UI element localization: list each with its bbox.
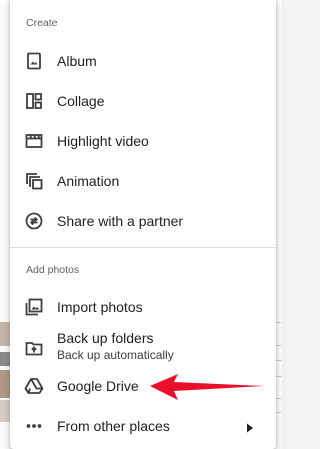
submenu-arrow-icon bbox=[246, 420, 254, 433]
menu-item-label: Album bbox=[57, 53, 97, 69]
section-divider bbox=[10, 247, 276, 248]
menu-item-label: Import photos bbox=[57, 299, 143, 315]
add-photos-section-header: Add photos bbox=[26, 264, 80, 276]
animation-icon bbox=[24, 171, 44, 191]
annotation-arrow-icon bbox=[150, 374, 264, 400]
menu-item-animation[interactable]: Animation bbox=[10, 164, 276, 198]
menu-item-album[interactable]: Album bbox=[10, 44, 276, 78]
more-horiz-icon bbox=[24, 416, 44, 436]
collage-icon bbox=[24, 91, 44, 111]
create-section-header: Create bbox=[26, 17, 58, 29]
album-icon bbox=[24, 51, 44, 71]
menu-item-label: Animation bbox=[57, 173, 120, 189]
backup-folder-icon bbox=[24, 338, 44, 358]
menu-item-sublabel: Back up automatically bbox=[57, 348, 174, 362]
share-partner-icon bbox=[24, 211, 44, 231]
create-add-menu: Create Album Collage Highlight video Ani… bbox=[10, 0, 276, 449]
menu-item-import-photos[interactable]: Import photos bbox=[10, 290, 276, 324]
menu-item-label: Highlight video bbox=[57, 133, 149, 149]
menu-item-from-other-places[interactable]: From other places bbox=[10, 409, 276, 443]
menu-item-label: Collage bbox=[57, 93, 105, 109]
google-drive-icon bbox=[24, 376, 44, 396]
menu-item-highlight-video[interactable]: Highlight video bbox=[10, 124, 276, 158]
import-photos-icon bbox=[24, 297, 44, 317]
menu-item-collage[interactable]: Collage bbox=[10, 84, 276, 118]
menu-item-label: Share with a partner bbox=[57, 213, 184, 229]
menu-item-back-up-folders[interactable]: Back up folders Back up automatically bbox=[10, 326, 276, 366]
menu-item-label: Back up folders bbox=[57, 330, 154, 346]
menu-item-label: Google Drive bbox=[57, 378, 139, 394]
highlight-video-icon bbox=[24, 131, 44, 151]
menu-item-label: From other places bbox=[57, 418, 170, 434]
menu-item-share-partner[interactable]: Share with a partner bbox=[10, 204, 276, 238]
